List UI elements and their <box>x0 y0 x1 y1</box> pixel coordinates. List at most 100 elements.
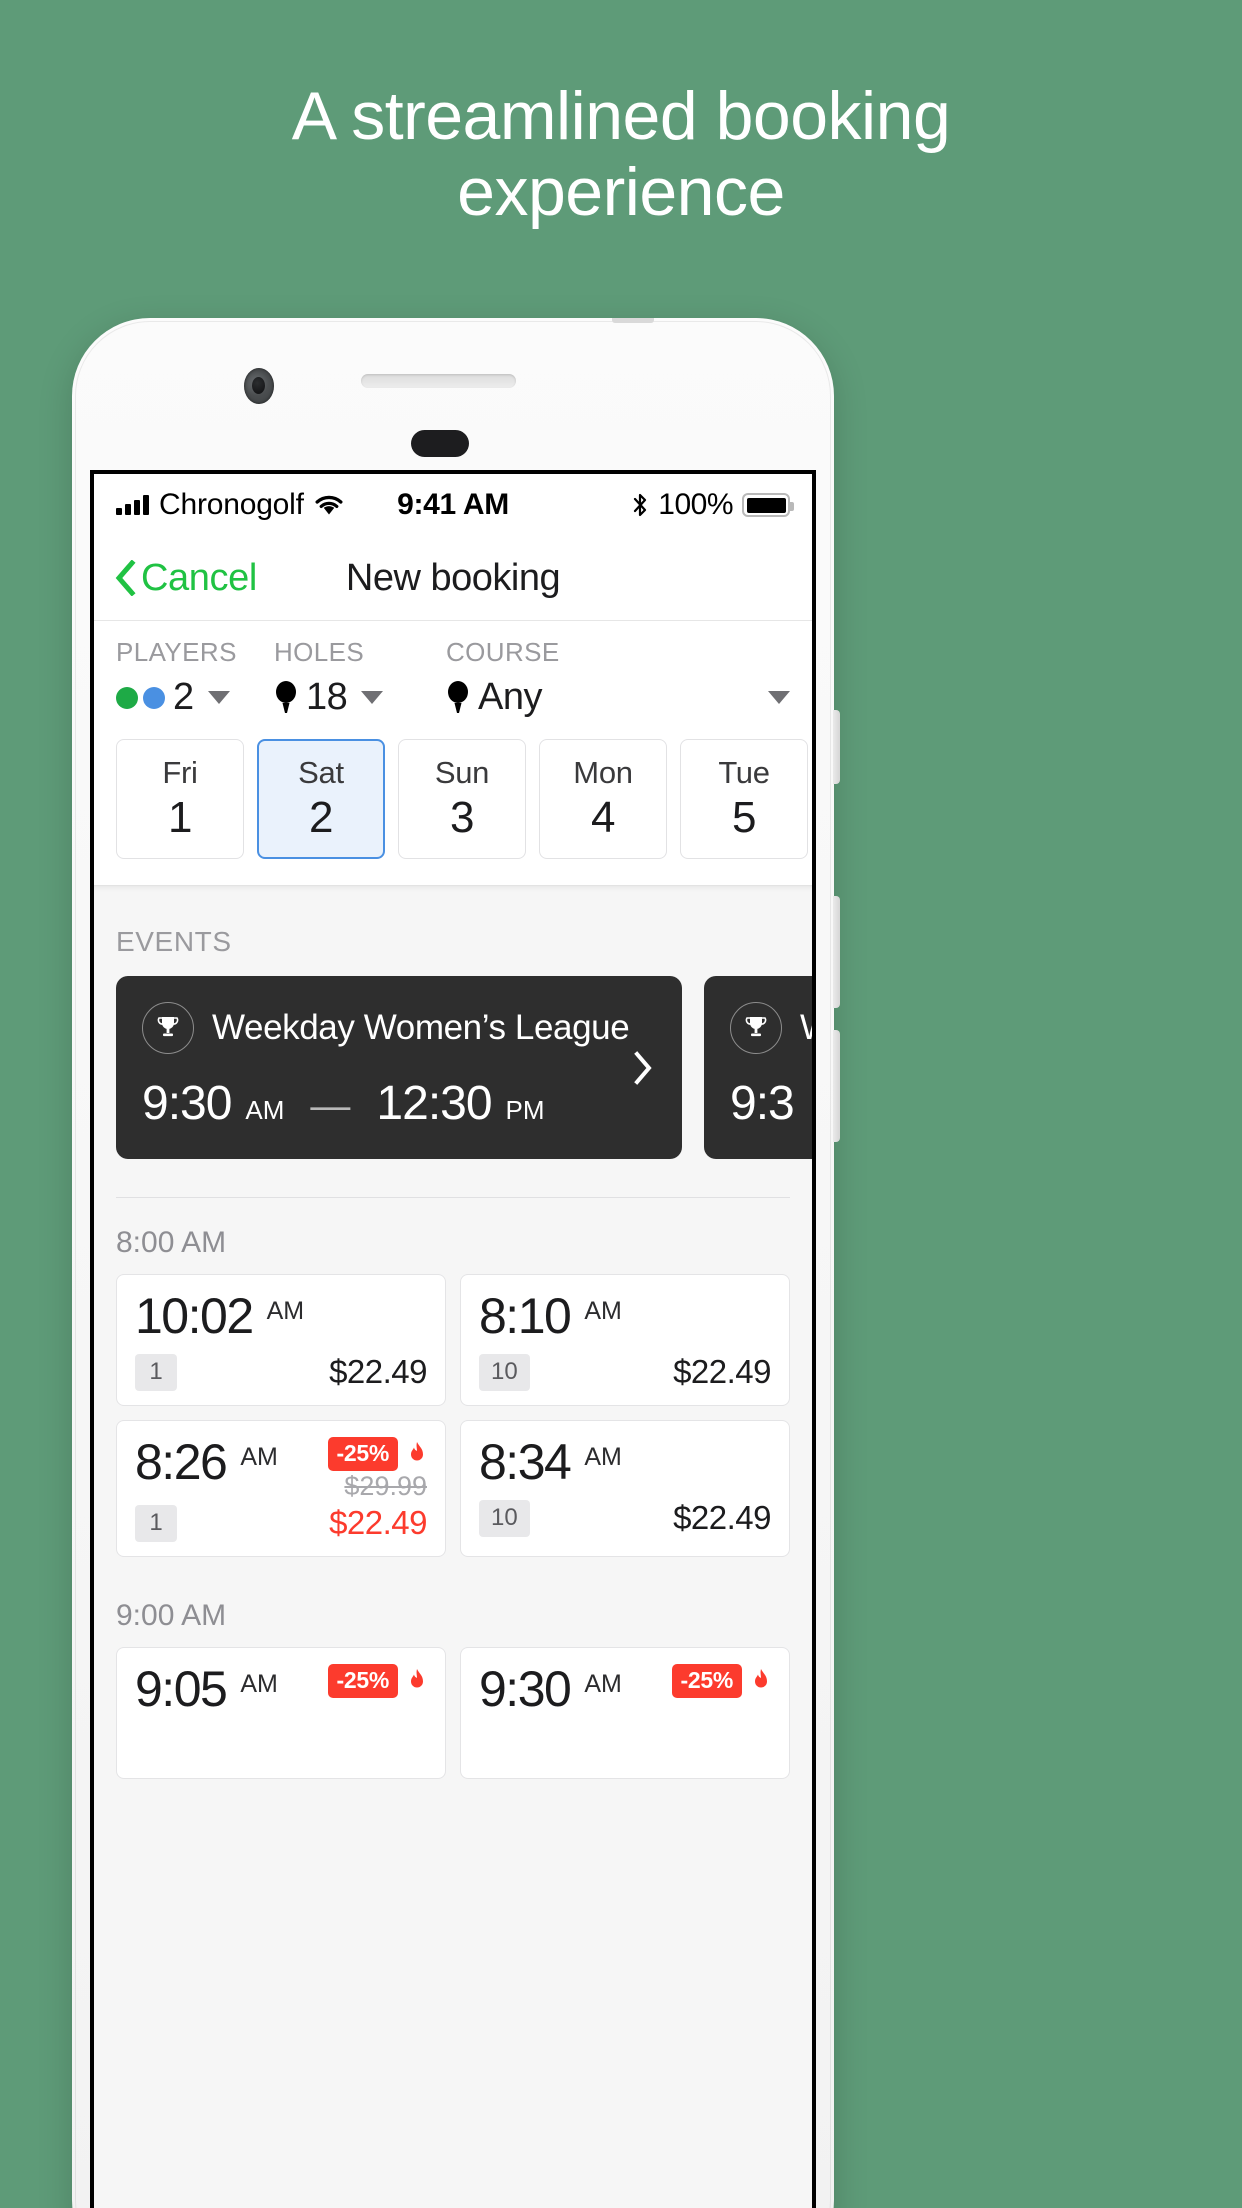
date-card-day: Tue <box>718 755 770 790</box>
slot-detail-row: 1 $22.49 <box>135 1353 427 1391</box>
filter-holes[interactable]: HOLES 18 <box>274 637 446 719</box>
booking-content[interactable]: EVENTS Weekday Women’s League 9:30 AM — … <box>94 885 812 2208</box>
slot-period: AM <box>584 1443 622 1471</box>
chevron-down-icon <box>207 691 230 704</box>
discount-badge: -25% <box>327 1437 398 1471</box>
flame-icon <box>751 1668 771 1694</box>
slot-original-price: $29.99 <box>344 1471 427 1501</box>
event-start-time: 9:30 <box>142 1077 232 1130</box>
chevron-down-icon <box>768 691 790 704</box>
filter-holes-label: HOLES <box>274 637 365 667</box>
volume-up-button[interactable] <box>833 896 840 1008</box>
slot-time-row: 9:05 AM -25% <box>135 1664 427 1714</box>
event-card-times: 9:3 <box>730 1076 812 1131</box>
slot-time-row: 10:02 AM <box>135 1291 427 1341</box>
filter-row: PLAYERS 2 HOLES 18 COURSE Any <box>94 621 812 725</box>
tee-time-slot[interactable]: 8:34 AM 10 $22.49 <box>460 1420 790 1557</box>
slot-price: $22.49 <box>329 1504 427 1541</box>
earpiece-speaker <box>361 374 516 388</box>
event-card-header: W <box>730 1002 812 1054</box>
time-group-label: 9:00 AM <box>116 1599 227 1632</box>
time-group-label: 8:00 AM <box>116 1226 227 1259</box>
event-card[interactable]: Weekday Women’s League 9:30 AM — 12:30 P… <box>116 976 682 1159</box>
date-card[interactable]: Fri 1 <box>116 739 244 859</box>
tee-time-slot[interactable]: 8:26 AM -25% $29.99 1 $22.49 <box>116 1420 446 1557</box>
filter-holes-value-row: 18 <box>274 676 446 719</box>
date-card-number: 3 <box>450 793 474 842</box>
date-card-day: Fri <box>162 755 198 790</box>
slot-discount-area: -25% <box>671 1664 772 1698</box>
event-end-period: PM <box>505 1095 545 1125</box>
slot-time: 9:30 <box>479 1661 572 1717</box>
event-start-period: AM <box>245 1095 285 1125</box>
date-card-number: 1 <box>168 793 192 842</box>
filter-course[interactable]: COURSE Any <box>446 637 790 719</box>
flame-icon <box>407 1668 427 1694</box>
tee-time-row: 9:05 AM -25% 9:30 AM -25% <box>94 1647 812 1793</box>
phone-device: Chronogolf 9:41 AM 100% Cancel New booki… <box>72 318 840 2208</box>
battery-full-icon <box>742 493 794 517</box>
filter-players-value: 2 <box>173 676 194 718</box>
slot-detail-row: 10 $22.49 <box>479 1353 771 1391</box>
discount-row: -25% <box>327 1664 428 1698</box>
slot-discount-area: -25% <box>327 1664 428 1698</box>
tee-time-slot[interactable]: 8:10 AM 10 $22.49 <box>460 1274 790 1406</box>
filter-players[interactable]: PLAYERS 2 <box>116 637 274 719</box>
chevron-down-icon <box>361 691 384 704</box>
date-card[interactable]: Sun 3 <box>398 739 526 859</box>
event-start-time: 9:3 <box>730 1077 795 1130</box>
slot-holes-badge: 1 <box>135 1354 177 1391</box>
slot-time: 10:02 <box>135 1288 254 1344</box>
date-card-day: Sat <box>298 755 344 790</box>
event-time-dash: — <box>310 1084 351 1128</box>
date-card-day: Mon <box>573 755 633 790</box>
slot-time-row: 9:30 AM -25% <box>479 1664 771 1714</box>
promo-headline: A streamlined booking experience <box>0 78 1242 230</box>
tee-time-row: 10:02 AM 1 $22.49 8:10 AM 10 $22.49 <box>94 1274 812 1420</box>
slot-time: 8:10 <box>479 1288 572 1344</box>
volume-down-button[interactable] <box>833 1030 840 1142</box>
slot-period: AM <box>584 1670 622 1698</box>
filter-bar: PLAYERS 2 HOLES 18 COURSE Any Fri 1 Sat … <box>94 620 812 885</box>
slot-price: $22.49 <box>673 1353 771 1390</box>
slot-period: AM <box>240 1443 278 1471</box>
slot-time: 8:26 <box>135 1434 228 1490</box>
slot-discount-area: -25% $29.99 <box>327 1437 428 1502</box>
player-dots-icon <box>116 686 165 709</box>
date-card-selected[interactable]: Sat 2 <box>257 739 385 859</box>
filter-holes-value: 18 <box>306 676 348 718</box>
discount-badge: -25% <box>327 1664 398 1698</box>
trophy-icon <box>730 1002 782 1054</box>
status-bar-right: 100% <box>631 488 794 522</box>
tee-time-slot[interactable]: 9:30 AM -25% <box>460 1647 790 1779</box>
date-selector[interactable]: Fri 1 Sat 2 Sun 3 Mon 4 Tue 5 <box>94 725 812 885</box>
date-card-number: 4 <box>591 793 615 842</box>
slot-holes-badge: 1 <box>135 1505 177 1542</box>
discount-badge: -25% <box>671 1664 742 1698</box>
events-carousel[interactable]: Weekday Women’s League 9:30 AM — 12:30 P… <box>94 976 812 1159</box>
status-bar: Chronogolf 9:41 AM 100% <box>94 474 812 536</box>
slot-detail-row: 10 $22.49 <box>479 1499 771 1537</box>
slot-time-row: 8:10 AM <box>479 1291 771 1341</box>
discount-row: -25% <box>327 1437 428 1471</box>
flame-icon <box>407 1441 427 1467</box>
golf-tee-icon <box>446 680 470 715</box>
page-title: New booking <box>345 556 561 599</box>
home-button[interactable] <box>411 430 469 457</box>
date-card[interactable]: Tue 5 <box>680 739 808 859</box>
bluetooth-icon <box>631 492 649 518</box>
tee-time-slot[interactable]: 10:02 AM 1 $22.49 <box>116 1274 446 1406</box>
headline-line-2: experience <box>457 154 785 231</box>
event-card-title: Weekday Women’s League <box>212 1008 630 1047</box>
event-card-header: Weekday Women’s League <box>142 1002 656 1054</box>
mute-switch[interactable] <box>833 710 840 784</box>
events-section-label: EVENTS <box>116 926 232 957</box>
event-card[interactable]: W 9:3 <box>704 976 812 1159</box>
event-card-title: W <box>800 1008 812 1048</box>
front-camera-icon <box>244 368 274 404</box>
navigation-bar: Cancel New booking <box>94 536 812 620</box>
slot-price: $22.49 <box>673 1499 771 1536</box>
tee-time-slot[interactable]: 9:05 AM -25% <box>116 1647 446 1779</box>
date-card[interactable]: Mon 4 <box>539 739 667 859</box>
date-card-number: 2 <box>309 793 333 842</box>
